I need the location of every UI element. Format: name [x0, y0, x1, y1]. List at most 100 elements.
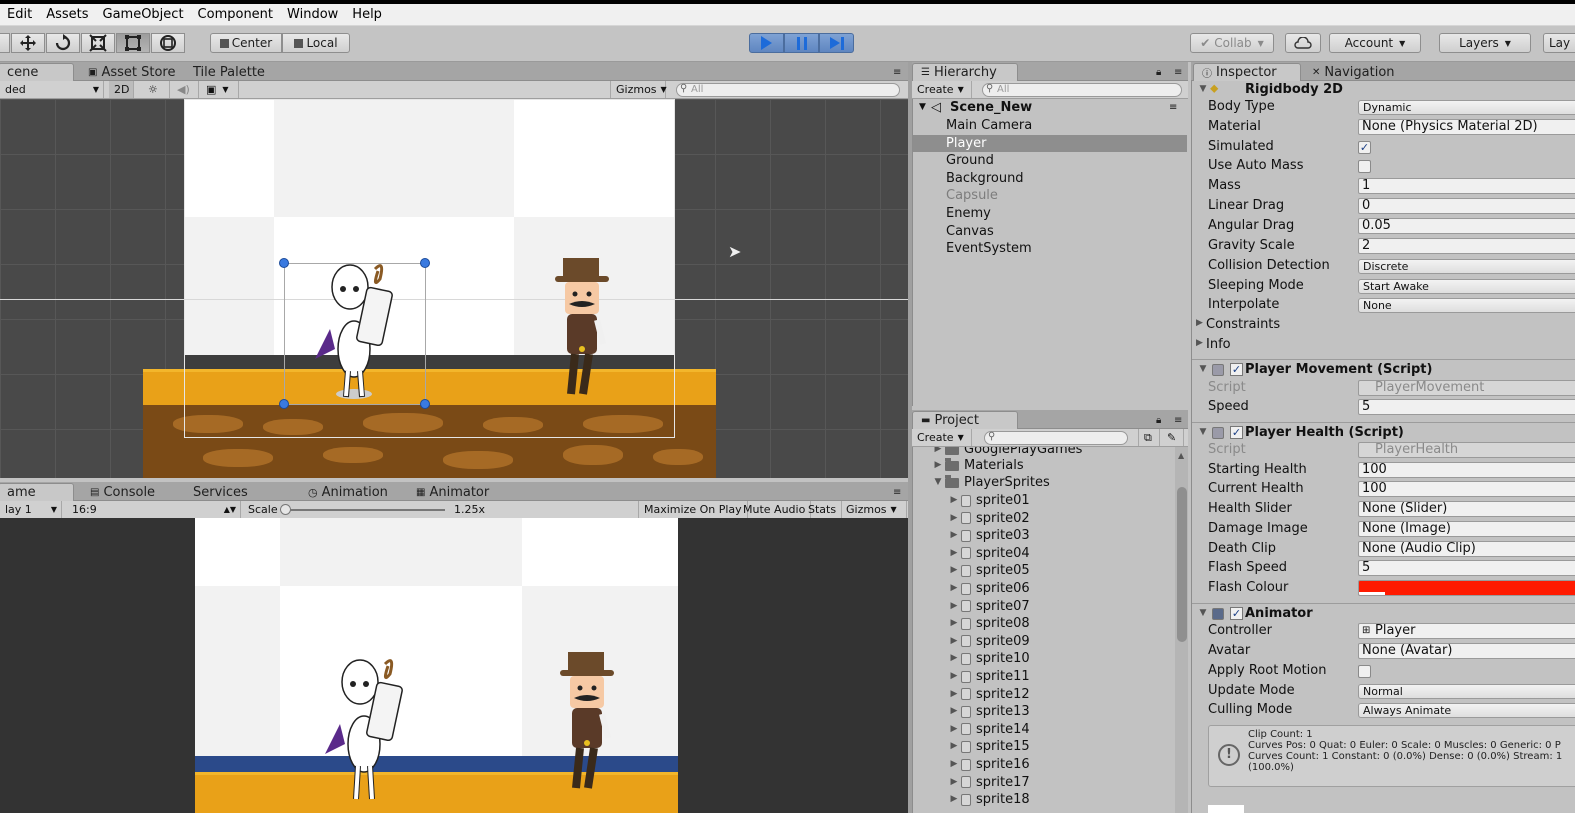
project-sprite-item[interactable]: ▶ sprite04: [947, 545, 1030, 562]
health-slider-field[interactable]: None (Slider): [1358, 501, 1575, 517]
game-gizmos-dropdown[interactable]: Gizmos ▼: [841, 501, 907, 518]
angular-drag-field[interactable]: 0.05: [1358, 218, 1575, 234]
culling-mode-dropdown[interactable]: Always Animate: [1358, 703, 1575, 718]
pause-button[interactable]: [784, 33, 819, 53]
scene-viewport[interactable]: ➤: [0, 99, 908, 478]
tab-tile-palette[interactable]: Tile Palette: [185, 63, 273, 81]
body-type-dropdown[interactable]: Dynamic: [1358, 100, 1575, 115]
collapse-arrow-icon[interactable]: ▶: [947, 774, 961, 791]
collision-detection-dropdown[interactable]: Discrete: [1358, 259, 1575, 274]
damage-image-field[interactable]: None (Image): [1358, 521, 1575, 537]
project-sprite-item[interactable]: ▶ sprite05: [947, 562, 1030, 579]
collapse-arrow-icon[interactable]: ▶: [947, 756, 961, 773]
step-button[interactable]: [819, 33, 854, 53]
space-local-button[interactable]: Local: [282, 33, 350, 53]
project-sprite-item[interactable]: ▶ sprite17: [947, 774, 1030, 791]
hierarchy-item[interactable]: Background: [913, 170, 1187, 187]
menu-gameobject[interactable]: GameObject: [96, 7, 191, 22]
movement-script-field[interactable]: PlayerMovement: [1358, 380, 1575, 396]
mass-field[interactable]: 1: [1358, 178, 1575, 194]
project-sprite-item[interactable]: ▶ sprite02: [947, 510, 1030, 527]
effects-dropdown[interactable]: ▣ ▼: [201, 81, 239, 98]
collapse-arrow-icon[interactable]: ▶: [947, 580, 961, 597]
hierarchy-item[interactable]: Canvas: [913, 223, 1187, 240]
collapse-arrow-icon[interactable]: ▶: [947, 738, 961, 755]
game-viewport[interactable]: [0, 518, 908, 813]
collapse-arrow-icon[interactable]: ▶: [947, 721, 961, 738]
player-movement-header[interactable]: ▼ ✓ Player Movement (Script): [1192, 359, 1575, 379]
project-sprite-item[interactable]: ▶ sprite16: [947, 756, 1030, 773]
rect-handle-br[interactable]: [420, 399, 430, 409]
collapse-arrow-icon[interactable]: ▶: [947, 562, 961, 579]
tab-animator[interactable]: ▦ Animator: [408, 483, 497, 501]
menu-assets[interactable]: Assets: [39, 7, 95, 22]
rotate-tool-button[interactable]: [46, 33, 80, 53]
project-sprite-item[interactable]: ▶ sprite18: [947, 791, 1030, 808]
hierarchy-create-dropdown[interactable]: Create ▼: [912, 81, 972, 98]
tab-hierarchy[interactable]: ☰ Hierarchy: [912, 63, 1018, 81]
project-sprite-item[interactable]: ▶ sprite13: [947, 703, 1030, 720]
cloud-button[interactable]: [1285, 33, 1321, 53]
project-folder[interactable]: ▶ Materials: [931, 457, 1024, 474]
collapse-arrow-icon[interactable]: ▶: [947, 633, 961, 650]
material-field[interactable]: None (Physics Material 2D): [1358, 119, 1575, 135]
tab-game[interactable]: ame: [0, 483, 74, 501]
hierarchy-item[interactable]: Player: [913, 134, 1187, 152]
scale-tool-button[interactable]: [81, 33, 115, 53]
project-sprite-item[interactable]: ▶ sprite12: [947, 686, 1030, 703]
project-folder[interactable]: ▼ PlayerSprites: [931, 474, 1050, 491]
collapse-arrow-icon[interactable]: ▶: [931, 457, 945, 474]
layers-dropdown[interactable]: Layers ▼: [1439, 33, 1531, 53]
scale-slider-track[interactable]: [280, 504, 445, 515]
project-search-input[interactable]: [984, 431, 1128, 445]
play-button[interactable]: [749, 33, 784, 53]
animator-enabled-checkbox[interactable]: ✓: [1230, 607, 1243, 620]
collapse-arrow-icon[interactable]: ▶: [947, 527, 961, 544]
transform-tool-button[interactable]: [151, 33, 185, 53]
tab-navigation[interactable]: ✕ Navigation: [1304, 63, 1403, 81]
hierarchy-item[interactable]: Capsule: [913, 187, 1187, 204]
apply-root-motion-checkbox[interactable]: [1358, 665, 1371, 678]
tab-animation[interactable]: ◷ Animation: [300, 483, 396, 501]
player-health-header[interactable]: ▼ ✓ Player Health (Script): [1192, 422, 1575, 442]
constraints-foldout[interactable]: ▶ Constraints: [1192, 315, 1575, 335]
hand-tool-button[interactable]: [0, 33, 10, 53]
tab-services[interactable]: Services: [185, 483, 256, 501]
project-sprite-item[interactable]: ▶ sprite15: [947, 738, 1030, 755]
collapse-arrow-icon[interactable]: ▶: [947, 668, 961, 685]
rect-handle-bl[interactable]: [279, 399, 289, 409]
hierarchy-menu-icon[interactable]: ≡: [1166, 63, 1190, 81]
expand-arrow-icon[interactable]: ▼: [931, 474, 945, 491]
tab-inspector[interactable]: ⓘ Inspector: [1193, 63, 1301, 81]
menu-component[interactable]: Component: [191, 7, 280, 22]
collapse-arrow-icon[interactable]: ▶: [947, 545, 961, 562]
filter-by-type-icon[interactable]: ⧉: [1138, 429, 1160, 446]
project-sprite-item[interactable]: ▶ sprite01: [947, 492, 1030, 509]
maximize-on-play-toggle[interactable]: Maximize On Play: [638, 501, 748, 518]
scene-search-input[interactable]: All: [676, 83, 900, 97]
rect-handle-tl[interactable]: [279, 258, 289, 268]
interpolate-dropdown[interactable]: None: [1358, 298, 1575, 313]
avatar-field[interactable]: None (Avatar): [1358, 643, 1575, 659]
controller-field[interactable]: ⊞ Player: [1358, 623, 1575, 639]
scene-gizmos-dropdown[interactable]: Gizmos ▼: [610, 81, 667, 98]
project-sprite-item[interactable]: ▶ sprite14: [947, 721, 1030, 738]
hierarchy-item[interactable]: Ground: [913, 152, 1187, 169]
mute-audio-toggle[interactable]: Mute Audio: [738, 501, 812, 518]
player-movement-enabled-checkbox[interactable]: ✓: [1230, 363, 1243, 376]
project-sprite-item[interactable]: ▶ sprite06: [947, 580, 1030, 597]
hierarchy-scene-row[interactable]: ▼ ◁ Scene_New ≡: [913, 99, 1187, 116]
hierarchy-item[interactable]: Main Camera: [913, 117, 1187, 134]
project-sprite-item[interactable]: ▶ sprite10: [947, 650, 1030, 667]
simulated-checkbox[interactable]: ✓: [1358, 141, 1371, 154]
account-dropdown[interactable]: Account ▼: [1329, 33, 1421, 53]
rect-tool-button[interactable]: [116, 33, 150, 53]
update-mode-dropdown[interactable]: Normal: [1358, 684, 1575, 699]
aspect-dropdown[interactable]: 16:9 ▲▼: [67, 501, 241, 518]
tab-scene[interactable]: cene: [0, 63, 74, 81]
filter-by-label-icon[interactable]: ✎: [1162, 429, 1184, 446]
flash-colour-swatch[interactable]: [1358, 580, 1575, 596]
current-health-field[interactable]: 100: [1358, 481, 1575, 497]
lighting-toggle[interactable]: ☼: [143, 81, 170, 98]
audio-toggle[interactable]: ◀): [172, 81, 199, 98]
